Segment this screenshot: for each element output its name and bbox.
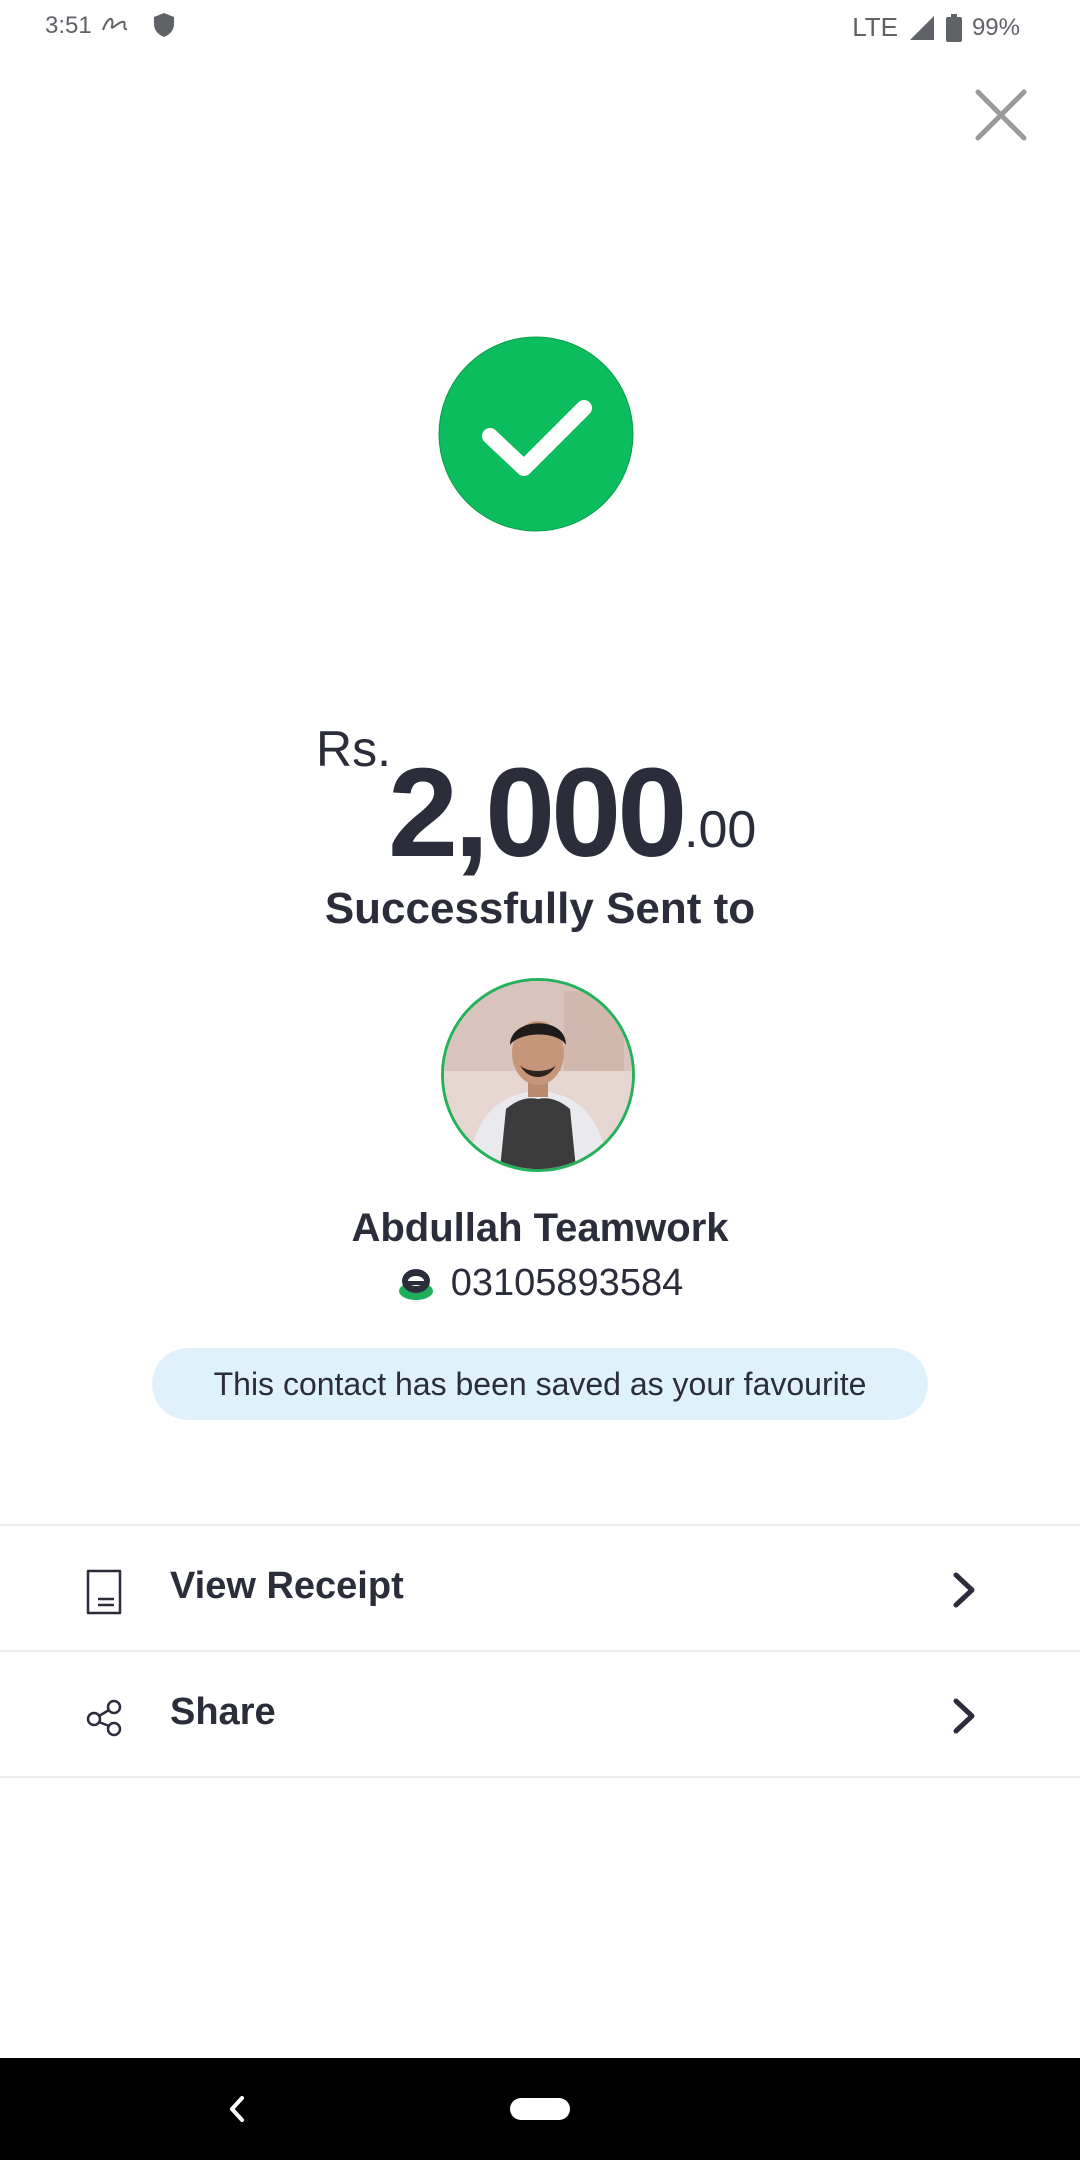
- receipt-icon: [86, 1569, 122, 1615]
- amount: Rs. 2,000 .00: [0, 720, 1080, 883]
- status-time: 3:51: [45, 12, 92, 39]
- home-pill[interactable]: [510, 2098, 570, 2120]
- favourite-banner-text: This contact has been saved as your favo…: [213, 1365, 867, 1402]
- view-receipt-label: View Receipt: [170, 1565, 404, 1607]
- amount-currency: Rs.: [316, 721, 391, 777]
- recipient-name: Abdullah Teamwork: [351, 1206, 729, 1250]
- view-receipt-row[interactable]: View Receipt: [0, 1527, 1080, 1651]
- network-type: LTE: [852, 12, 898, 42]
- battery-percent: 99%: [971, 13, 1020, 41]
- easypaisa-logo-icon: [398, 1268, 433, 1300]
- chevron-right-icon: [953, 1572, 975, 1608]
- navigation-bar: [0, 2058, 1080, 2160]
- status-bar: 3:51 LTE 99%: [0, 0, 1080, 52]
- share-icon: [86, 1699, 122, 1737]
- divider: [0, 1524, 1080, 1526]
- divider: [0, 1650, 1080, 1652]
- notification-app-icon: [102, 18, 128, 31]
- signal-icon: [909, 15, 934, 40]
- chevron-right-icon: [953, 1698, 975, 1734]
- share-row[interactable]: Share: [0, 1653, 1080, 1777]
- amount-cents: .00: [684, 801, 757, 859]
- back-icon[interactable]: [222, 2092, 252, 2126]
- share-label: Share: [170, 1691, 276, 1733]
- favourite-banner: This contact has been saved as your favo…: [152, 1348, 928, 1420]
- recipient-number: 03105893584: [450, 1262, 684, 1304]
- shield-icon: [154, 13, 174, 37]
- recipient-number-row: 03105893584: [0, 1262, 1080, 1305]
- status-right: LTE 99%: [852, 12, 1020, 43]
- battery-icon: [945, 13, 962, 42]
- avatar-photo: [444, 981, 632, 1169]
- success-check-icon: [438, 336, 634, 532]
- amount-value: 2,000: [388, 742, 687, 883]
- close-icon[interactable]: [966, 80, 1036, 150]
- divider: [0, 1776, 1080, 1778]
- avatar: [441, 978, 635, 1172]
- status-message: Successfully Sent to: [324, 884, 756, 933]
